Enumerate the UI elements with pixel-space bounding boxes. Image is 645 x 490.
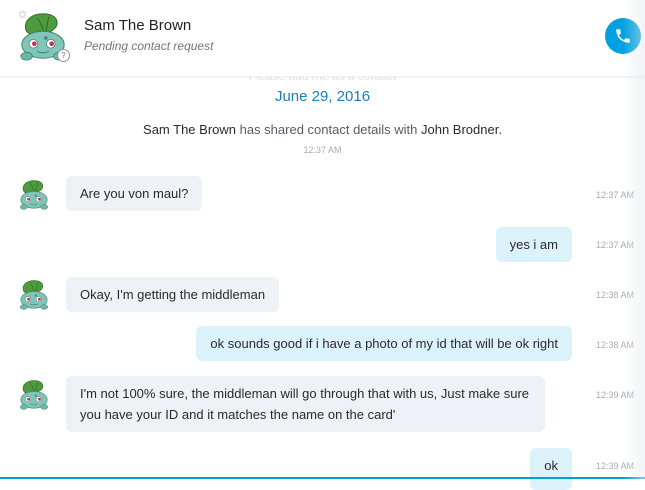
- contact-name[interactable]: Sam The Brown: [84, 17, 191, 34]
- contact-info-icon[interactable]: ?: [57, 49, 70, 62]
- call-phone-icon: [616, 29, 630, 43]
- conversation-header: ✩ ? Sam The Brown Pending contact reques…: [0, 0, 645, 77]
- sender-avatar-icon[interactable]: [16, 378, 52, 412]
- message-time: 12:39 AM: [595, 461, 634, 471]
- sender-avatar-icon[interactable]: [16, 278, 52, 312]
- system-message-actor: Sam The Brown: [143, 122, 236, 137]
- message-time: 12:38 AM: [595, 340, 634, 350]
- message-bubble-incoming[interactable]: I'm not 100% sure, the middleman will go…: [66, 376, 545, 432]
- message-time: 12:38 AM: [595, 290, 634, 300]
- call-button[interactable]: [605, 18, 641, 54]
- message-time: 12:37 AM: [595, 240, 634, 250]
- message-bubble-incoming[interactable]: Okay, I'm getting the middleman: [66, 277, 280, 312]
- message-bubble-outgoing[interactable]: ok: [530, 448, 572, 490]
- date-separator: June 29, 2016: [274, 88, 371, 105]
- message-time: 12:37 AM: [595, 190, 634, 200]
- system-message: Sam The Brown has shared contact details…: [0, 122, 645, 137]
- message-bubble-outgoing[interactable]: yes i am: [495, 227, 572, 262]
- system-message-time: 12:37 AM: [303, 145, 342, 155]
- favorite-star-icon[interactable]: ✩: [18, 10, 27, 21]
- message-bubble-incoming[interactable]: Are you von maul?: [66, 176, 203, 211]
- system-message-suffix: .: [498, 122, 502, 137]
- message-bubble-outgoing[interactable]: ok sounds good if i have a photo of my i…: [196, 326, 572, 361]
- sender-avatar-icon[interactable]: [16, 178, 52, 212]
- system-message-text: has shared contact details with: [236, 122, 421, 137]
- system-message-target: John Brodner: [421, 122, 499, 137]
- contact-status: Pending contact request: [84, 39, 214, 53]
- message-time: 12:39 AM: [595, 390, 634, 400]
